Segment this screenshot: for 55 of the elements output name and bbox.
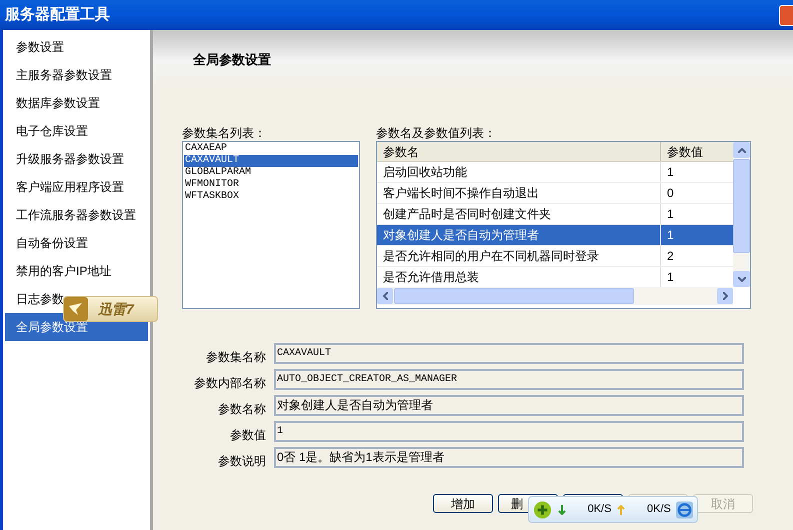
window-title: 服务器配置工具: [5, 4, 110, 25]
list-item[interactable]: CAXAEAP: [184, 143, 358, 155]
sidebar-item[interactable]: 客户端应用程序设置: [5, 173, 148, 201]
section-title: 全局参数设置: [193, 52, 271, 67]
table-cell-text: 对象创建人是否自动为管理者: [382, 227, 540, 244]
list-item[interactable]: WFMONITOR: [184, 179, 358, 191]
field-label: 参数内部名称: [193, 374, 267, 392]
field-input[interactable]: 对象创建人是否自动为管理者: [274, 395, 744, 416]
field-label: 参数名称: [217, 400, 267, 418]
table-row[interactable]: 是否允许相同的用户在不同机器同时登录 2: [377, 246, 733, 267]
field-label: 参数说明: [217, 452, 267, 470]
sidebar-item[interactable]: 主服务器参数设置: [5, 61, 148, 89]
table-cell-text: 是否允许借用总装: [382, 269, 480, 286]
download-speed: 0K/S: [588, 502, 612, 518]
field-input[interactable]: 1: [274, 421, 744, 442]
sidebar-item[interactable]: 数据库参数设置: [5, 89, 148, 117]
arrow-down-icon: [558, 504, 566, 514]
table-row[interactable]: 对象创建人是否自动为管理者 1: [377, 225, 733, 246]
chevron-left-icon: [382, 292, 388, 300]
table-label: 参数名及参数值列表：: [376, 126, 497, 140]
list-item[interactable]: CAXAVAULT: [184, 155, 358, 167]
column-header[interactable]: 参数名: [377, 142, 660, 161]
sidebar-item[interactable]: 工作流服务器参数设置: [5, 201, 148, 229]
table-row[interactable]: 启动回收站功能 1: [377, 162, 733, 183]
sidebar-item[interactable]: 自动备份设置: [5, 229, 148, 257]
horizontal-scrollbar[interactable]: [377, 287, 733, 305]
chevron-up-icon: [738, 148, 746, 152]
sidebar-item[interactable]: 禁用的客户IP地址: [5, 257, 148, 285]
chevron-down-icon: [738, 276, 746, 282]
list-item[interactable]: WFTASKBOX: [184, 191, 358, 203]
sidebar-item[interactable]: 电子仓库设置: [5, 117, 148, 145]
vertical-scrollbar[interactable]: [733, 142, 750, 287]
sidebar-item[interactable]: 参数设置: [5, 33, 148, 61]
field-input[interactable]: AUTO_OBJECT_CREATOR_AS_MANAGER: [274, 369, 744, 390]
sidebar-item[interactable]: 升级服务器参数设置: [5, 145, 148, 173]
field-input[interactable]: 0否 1是。缺省为1表示是管理者: [274, 447, 744, 468]
chevron-right-icon: [722, 292, 728, 300]
bird-logo-icon: [64, 297, 88, 321]
table-cell-text: 启动回收站功能: [382, 164, 468, 181]
table-cell-text: 创建产品时是否同时创建文件夹: [382, 206, 552, 223]
close-button[interactable]: [779, 4, 793, 26]
field-input[interactable]: CAXAVAULT: [274, 343, 744, 364]
table-row[interactable]: 客户端长时间不操作自动退出 0: [377, 183, 733, 204]
plus-icon[interactable]: [533, 500, 552, 520]
browser-icon[interactable]: [676, 500, 693, 518]
list-label: 参数集名列表：: [182, 126, 267, 140]
table-cell-text: 客户端长时间不操作自动退出: [382, 185, 540, 202]
upload-speed: 0K/S: [647, 502, 671, 518]
list-item[interactable]: GLOBALPARAM: [184, 167, 358, 179]
table-cell-text: 是否允许相同的用户在不同机器同时登录: [382, 248, 600, 265]
field-label: 参数值: [229, 426, 267, 444]
field-label: 参数集名称: [205, 348, 267, 366]
arrow-up-icon: [617, 504, 626, 514]
xunlei-float-toast[interactable]: 迅雷7: [63, 296, 158, 322]
action-button[interactable]: 增加: [433, 494, 493, 513]
